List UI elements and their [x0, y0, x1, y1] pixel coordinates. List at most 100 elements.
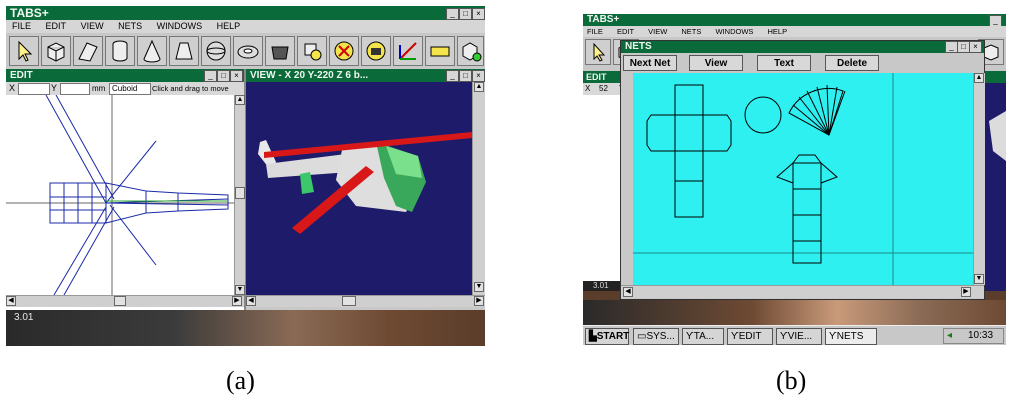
x-value-b[interactable]: 52	[599, 83, 608, 95]
cone-tool-button[interactable]	[137, 36, 167, 66]
edit-title: EDIT	[10, 70, 33, 81]
status-strip: 3.01	[6, 310, 485, 346]
view-scroll-thumb[interactable]	[342, 296, 356, 306]
cylinder-tool-button[interactable]	[105, 36, 135, 66]
app-title: TABS+	[10, 6, 49, 20]
scroll-left-icon[interactable]: ◀	[6, 296, 16, 306]
taskbar-item-tabs[interactable]: ƳTA...	[682, 328, 724, 345]
y-field[interactable]	[60, 83, 90, 95]
view-minimize-button[interactable]: _	[446, 70, 459, 82]
delete-button[interactable]: Delete	[825, 55, 879, 71]
scroll-h-thumb[interactable]	[114, 296, 126, 306]
view-horizontal-scrollbar[interactable]: ◀ ▶	[246, 295, 485, 307]
edit-app-icon: Ƴ	[731, 331, 739, 342]
menu-help-b[interactable]: HELP	[768, 27, 788, 36]
edit-status-value-b: 3.01	[593, 281, 609, 290]
menu-file[interactable]: FILE	[12, 21, 31, 31]
pot-tool-button[interactable]	[265, 36, 295, 66]
start-icon: ▙	[589, 331, 597, 342]
remove-tool-button[interactable]	[329, 36, 359, 66]
axes-tool-button[interactable]	[393, 36, 423, 66]
block-tool-button[interactable]	[425, 36, 455, 66]
scroll-up-icon[interactable]: ▲	[235, 95, 245, 105]
speaker-icon[interactable]: ◂	[947, 329, 952, 343]
edit-vertical-scrollbar[interactable]: ▲ ▼	[234, 95, 245, 295]
menu-edit-b[interactable]: EDIT	[617, 27, 634, 36]
edit-minimize-button[interactable]: _	[204, 70, 217, 82]
nets-app-icon: Ƴ	[829, 331, 837, 342]
taskbar-item-view[interactable]: ƳVIE...	[776, 328, 822, 345]
add-cube-tool-button[interactable]	[457, 36, 484, 66]
view-scroll-down-icon[interactable]: ▼	[474, 282, 484, 292]
nets-vertical-scrollbar[interactable]: ▲ ▼	[973, 73, 985, 285]
photo-tool-button[interactable]	[361, 36, 391, 66]
menu-file-b[interactable]: FILE	[587, 27, 603, 36]
view-title: VIEW - X 20 Y-220 Z 6 b...	[250, 70, 369, 81]
menu-help[interactable]: HELP	[217, 21, 241, 31]
view-scroll-right-icon[interactable]: ▶	[474, 296, 484, 306]
wedge-tool-button[interactable]	[73, 36, 103, 66]
shape-field[interactable]: Cuboid	[109, 83, 151, 95]
next-net-button[interactable]: Next Net	[623, 55, 677, 71]
nets-scroll-left-icon[interactable]: ◀	[623, 287, 633, 297]
taskbar-item-view-label: VIE...	[787, 331, 813, 342]
menu-nets[interactable]: NETS	[118, 21, 142, 31]
view-button[interactable]: View	[689, 55, 743, 71]
taskbar-item-tabs-label: TA...	[693, 331, 715, 342]
x-label-b: X	[585, 84, 591, 93]
torus-tool-button[interactable]	[233, 36, 263, 66]
taskbar-item-edit[interactable]: ƳEDIT	[727, 328, 773, 345]
view-scroll-left-icon[interactable]: ◀	[246, 296, 256, 306]
view-3d-canvas[interactable]	[246, 82, 472, 295]
menu-view-b[interactable]: VIEW	[648, 27, 667, 36]
nets-scroll-right-icon[interactable]: ▶	[961, 287, 971, 297]
text-button[interactable]: Text	[757, 55, 811, 71]
colour-tool-button[interactable]	[297, 36, 327, 66]
nets-close-button[interactable]: ×	[969, 41, 982, 53]
start-button[interactable]: ▙START	[585, 328, 629, 345]
edit-maximize-button[interactable]: □	[217, 70, 230, 82]
frustum-tool-button[interactable]	[169, 36, 199, 66]
scroll-down-icon[interactable]: ▼	[235, 285, 245, 295]
edit-close-button[interactable]: ×	[230, 70, 243, 82]
edit-horizontal-scrollbar[interactable]: ◀ ▶	[6, 295, 244, 307]
sphere-tool-button[interactable]	[201, 36, 231, 66]
minimize-button[interactable]: _	[446, 8, 459, 20]
pointer-tool-button-b[interactable]	[585, 39, 611, 65]
menu-nets-b[interactable]: NETS	[681, 27, 701, 36]
view-window-b	[985, 71, 1006, 291]
pointer-tool-button[interactable]	[9, 36, 39, 66]
taskbar: ▙START ▭SYS... ƳTA... ƳEDIT ƳVIE... ƳNET…	[583, 325, 1006, 345]
cube-tool-button[interactable]	[41, 36, 71, 66]
maximize-button[interactable]: □	[459, 8, 472, 20]
view-maximize-button[interactable]: □	[459, 70, 472, 82]
system-tray: ◂ 10:33	[943, 328, 1004, 344]
view-app-icon: Ƴ	[780, 331, 788, 342]
nets-scroll-down-icon[interactable]: ▼	[974, 274, 984, 284]
taskbar-item-nets[interactable]: ƳNETS	[825, 328, 877, 345]
x-field[interactable]	[18, 83, 50, 95]
edit-hint: Click and drag to move	[152, 84, 229, 93]
menu-windows-b[interactable]: WINDOWS	[716, 27, 754, 36]
menu-edit[interactable]: EDIT	[46, 21, 67, 31]
start-label: START	[596, 331, 630, 342]
close-button[interactable]: ×	[472, 8, 485, 20]
nets-title: NETS	[625, 41, 652, 52]
nets-canvas[interactable]	[633, 73, 973, 285]
nets-scroll-up-icon[interactable]: ▲	[974, 73, 984, 83]
menu-windows[interactable]: WINDOWS	[157, 21, 203, 31]
view-vertical-scrollbar[interactable]: ▲ ▼	[472, 82, 485, 295]
mm-label: mm	[92, 84, 106, 93]
scroll-right-icon[interactable]: ▶	[232, 296, 242, 306]
menu-view[interactable]: VIEW	[81, 21, 104, 31]
taskbar-item-sys[interactable]: ▭SYS...	[633, 328, 679, 345]
desktop-strip	[583, 300, 1006, 325]
nets-titlebar: NETS	[621, 41, 984, 53]
edit-wireframe-canvas[interactable]	[6, 95, 234, 295]
nets-horizontal-scrollbar[interactable]: ◀ ▶	[621, 285, 984, 298]
clock: 10:33	[968, 330, 994, 341]
scroll-thumb[interactable]	[235, 187, 245, 199]
view-scroll-up-icon[interactable]: ▲	[474, 82, 484, 92]
toolbar	[6, 33, 485, 69]
view-close-button[interactable]: ×	[472, 70, 485, 82]
